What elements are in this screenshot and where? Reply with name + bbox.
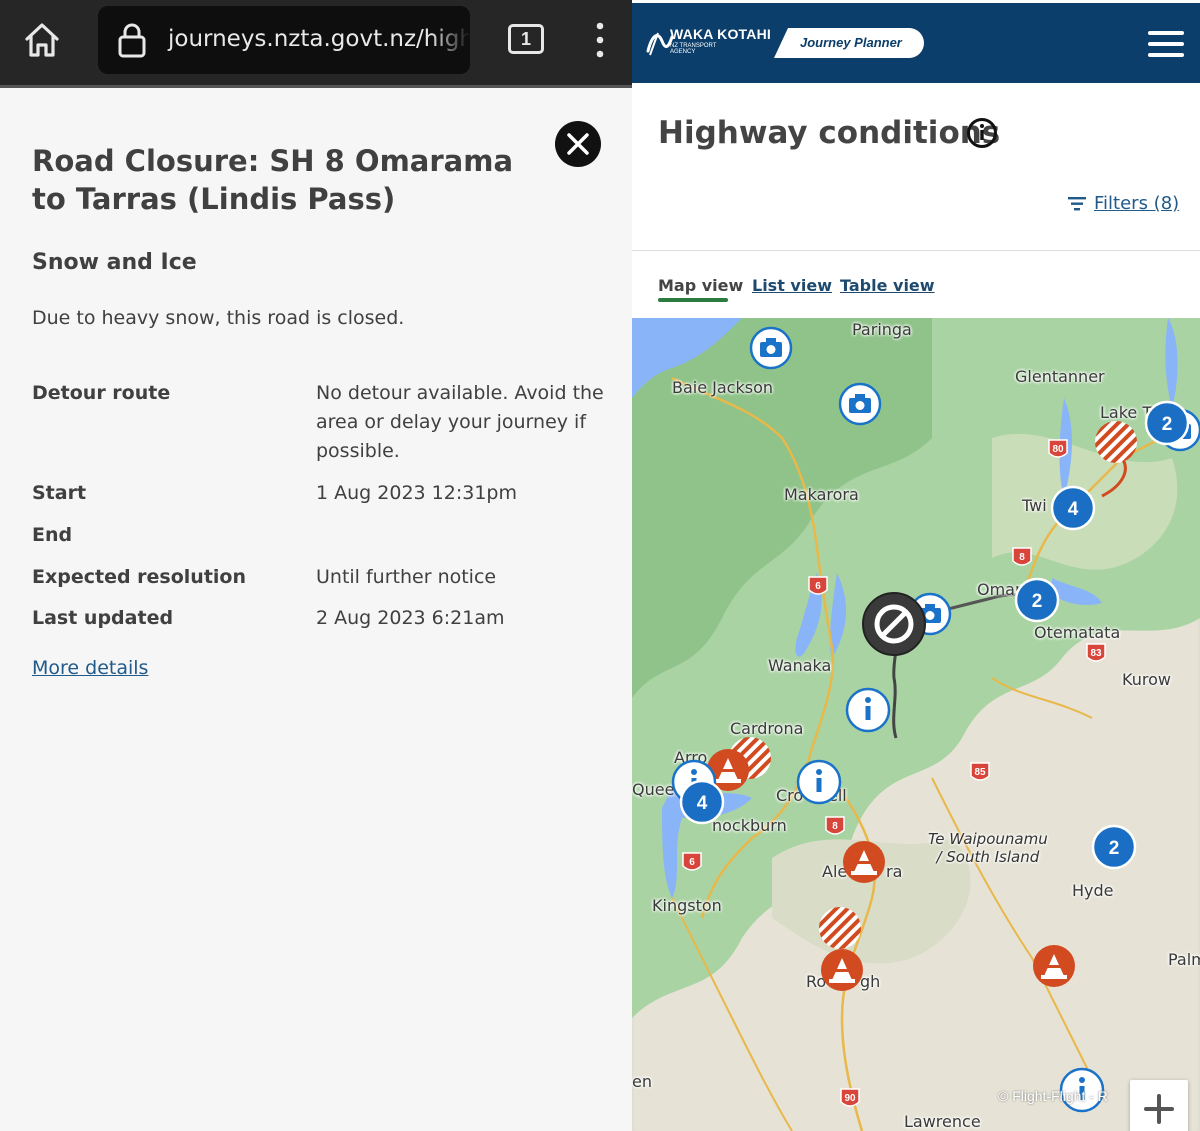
info-marker-icon[interactable]	[845, 687, 891, 733]
journey-planner-pane: WAKA KOTAHI NZ TRANSPORT AGENCY Journey …	[632, 0, 1200, 1131]
event-detail-pane: journeys.nzta.govt.nz/highways 1 Road Cl…	[0, 0, 632, 1131]
camera-marker-icon[interactable]	[749, 326, 793, 370]
route-number: 90	[844, 1093, 856, 1104]
info-marker-icon[interactable]	[796, 759, 842, 805]
roadworks-marker-icon[interactable]	[1033, 945, 1075, 987]
start-label: Start	[32, 482, 87, 504]
cluster-marker[interactable]: 2	[1091, 824, 1137, 870]
tab-list-view[interactable]: List view	[752, 276, 832, 295]
hazard-marker-icon[interactable]	[819, 907, 861, 949]
journey-planner-label: Journey Planner	[800, 35, 902, 50]
active-tab-indicator	[658, 298, 728, 302]
tab-switcher-button[interactable]: 1	[508, 24, 544, 54]
route-number: 83	[1090, 648, 1102, 659]
filter-icon[interactable]	[1068, 197, 1086, 211]
expected-resolution-label: Expected resolution	[32, 566, 247, 588]
roadworks-marker-icon[interactable]	[821, 949, 863, 991]
zoom-in-button[interactable]	[1130, 1080, 1188, 1131]
cluster-marker[interactable]: 4	[1050, 485, 1096, 531]
route-shield: 90	[840, 1088, 860, 1107]
road-closure-marker-icon[interactable]	[862, 592, 926, 656]
cluster-count: 2	[1162, 414, 1173, 435]
close-icon[interactable]	[555, 121, 601, 167]
filters-button[interactable]: Filters (8)	[1094, 193, 1179, 214]
plus-icon	[1144, 1094, 1174, 1124]
route-number: 85	[974, 767, 986, 778]
hamburger-line	[1148, 31, 1184, 35]
more-vert-icon[interactable]	[590, 20, 610, 60]
url-text: journeys.nzta.govt.nz/highways	[168, 26, 470, 52]
cluster-marker[interactable]: 2	[1014, 577, 1060, 623]
cluster-count: 2	[1032, 591, 1043, 612]
tab-map-view[interactable]: Map view	[658, 276, 743, 295]
route-shield: 6	[808, 576, 828, 595]
site-header: WAKA KOTAHI NZ TRANSPORT AGENCY Journey …	[632, 3, 1200, 83]
home-icon[interactable]	[20, 18, 64, 62]
last-updated-value: 2 Aug 2023 6:21am	[316, 607, 505, 629]
map-markers: 80 8 83 6 85 8 6 90 2 4 2 4 2	[671, 326, 1200, 1113]
roadworks-marker-icon[interactable]	[843, 841, 885, 883]
cluster-marker[interactable]: 2	[1144, 400, 1190, 446]
divider	[632, 250, 1200, 251]
route-number: 80	[1052, 444, 1064, 455]
browser-toolbar: journeys.nzta.govt.nz/highways 1	[0, 0, 632, 88]
cluster-count: 2	[1109, 838, 1120, 859]
event-description: Due to heavy snow, this road is closed.	[32, 307, 405, 329]
route-shield: 85	[970, 762, 990, 781]
route-shield: 6	[682, 852, 702, 871]
detour-route-value: No detour available. Avoid the area or d…	[316, 382, 604, 462]
route-shield: 80	[1048, 439, 1068, 458]
hazard-marker-icon[interactable]	[1095, 421, 1137, 463]
cluster-count: 4	[1068, 499, 1079, 520]
expected-resolution-value: Until further notice	[316, 566, 497, 588]
org-name: WAKA KOTAHI	[670, 26, 771, 42]
detour-route-label: Detour route	[32, 382, 171, 404]
route-shield: 8	[1012, 547, 1032, 566]
route-number: 6	[689, 857, 695, 868]
route-shield: 83	[1086, 643, 1106, 662]
map-copyright: © Flight-Flight - R	[998, 1088, 1108, 1104]
route-number: 8	[832, 821, 838, 832]
hamburger-line	[1148, 53, 1184, 57]
route-number: 6	[815, 581, 821, 592]
map-canvas[interactable]: Paringa Baie Jackson Glentanner Lake T M…	[632, 318, 1200, 1131]
hamburger-menu-icon[interactable]	[1148, 31, 1184, 59]
cluster-count: 4	[697, 793, 708, 814]
route-number: 8	[1019, 552, 1025, 563]
camera-marker-icon[interactable]	[838, 382, 882, 426]
last-updated-label: Last updated	[32, 607, 174, 629]
route-shield: 8	[825, 816, 845, 835]
start-value: 1 Aug 2023 12:31pm	[316, 482, 517, 504]
more-details-link[interactable]: More details	[32, 657, 148, 679]
event-title: Road Closure: SH 8 Omarama to Tarras (Li…	[32, 144, 514, 216]
tab-table-view[interactable]: Table view	[840, 276, 935, 295]
lock-icon	[116, 22, 148, 58]
info-icon[interactable]	[966, 117, 998, 149]
url-fade	[430, 6, 470, 74]
end-label: End	[32, 524, 73, 546]
page-title: Highway conditions	[658, 115, 1001, 151]
cluster-marker[interactable]: 4	[679, 779, 725, 825]
journey-planner-badge[interactable]: Journey Planner	[774, 28, 924, 58]
event-cause: Snow and Ice	[32, 250, 197, 275]
hamburger-line	[1148, 42, 1184, 46]
address-bar[interactable]: journeys.nzta.govt.nz/highways	[98, 6, 470, 74]
org-subtitle: NZ TRANSPORT AGENCY	[670, 43, 717, 55]
